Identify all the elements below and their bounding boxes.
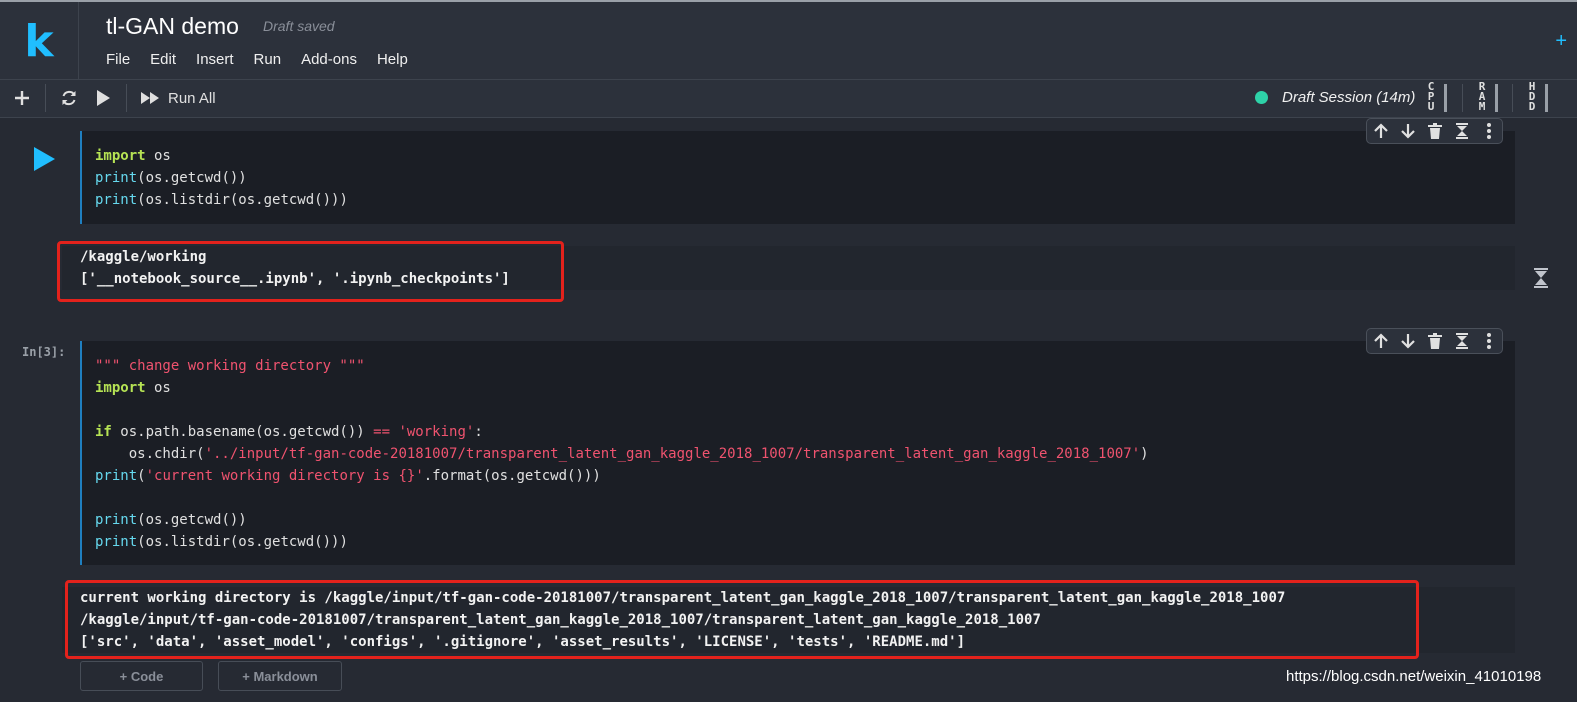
code-token: if bbox=[95, 424, 112, 440]
code-cell-input[interactable]: import os print(os.getcwd()) print(os.list… bbox=[80, 131, 1515, 224]
code-token: os bbox=[145, 148, 171, 164]
play-icon bbox=[97, 90, 110, 106]
notebook-title[interactable]: tl-GAN demo bbox=[106, 13, 239, 40]
restart-button[interactable] bbox=[57, 86, 81, 110]
move-down-icon[interactable] bbox=[1397, 121, 1419, 141]
more-options-icon[interactable] bbox=[1478, 331, 1500, 351]
ram-meter-label: RAM bbox=[1478, 80, 1486, 113]
menu-file[interactable]: File bbox=[106, 51, 130, 68]
code-line: """ change working directory """ bbox=[95, 355, 1515, 377]
run-all-button[interactable]: Run All bbox=[140, 86, 216, 110]
code-line: print(os.getcwd()) bbox=[95, 509, 1515, 531]
toolbar-divider bbox=[1462, 84, 1463, 112]
session-status-dot bbox=[1255, 91, 1268, 104]
toolbar-divider bbox=[126, 84, 127, 112]
ram-meter-bar bbox=[1495, 84, 1498, 112]
session-label: Draft Session (14m) bbox=[1282, 89, 1416, 106]
kaggle-logo[interactable]: k bbox=[0, 2, 79, 80]
code-token: 'working' bbox=[398, 424, 475, 440]
cpu-meter-bar bbox=[1444, 84, 1447, 112]
code-token: 'current working directory is {}' bbox=[145, 468, 424, 484]
highlight-box bbox=[57, 241, 564, 302]
hdd-meter-label: HDD bbox=[1528, 80, 1536, 113]
fast-forward-icon bbox=[141, 92, 159, 104]
code-token: print bbox=[95, 512, 138, 528]
add-markdown-cell-button[interactable]: + Markdown bbox=[218, 661, 342, 691]
code-line: print(os.listdir(os.getcwd())) bbox=[95, 531, 1515, 553]
code-token: import bbox=[95, 380, 146, 396]
code-line: if os.path.basename(os.getcwd()) == 'wor… bbox=[95, 421, 1515, 443]
code-token: os.path.basename(os.getcwd()) bbox=[111, 424, 374, 440]
code-token: import bbox=[95, 148, 146, 164]
run-cell-button[interactable] bbox=[32, 146, 56, 172]
code-token: ( bbox=[137, 468, 146, 484]
trash-icon[interactable] bbox=[1424, 331, 1446, 351]
move-down-icon[interactable] bbox=[1397, 331, 1419, 351]
code-token: os.chdir( bbox=[95, 446, 205, 462]
collapse-output-icon[interactable] bbox=[1532, 268, 1550, 288]
more-options-icon[interactable] bbox=[1478, 121, 1500, 141]
code-token: """ change working directory """ bbox=[95, 358, 365, 374]
cell-toolbar bbox=[1366, 118, 1503, 144]
menu-bar: File Edit Insert Run Add-ons Help bbox=[106, 51, 428, 68]
code-token: == bbox=[373, 424, 391, 440]
highlight-box bbox=[65, 580, 1419, 659]
refresh-icon bbox=[62, 90, 76, 106]
code-token: .format(os.getcwd())) bbox=[423, 468, 601, 484]
plus-icon bbox=[15, 91, 29, 105]
code-token: ) bbox=[1140, 446, 1149, 462]
code-token: (os.listdir(os.getcwd())) bbox=[137, 192, 348, 208]
add-cell-button[interactable] bbox=[10, 86, 34, 110]
toolbar-divider bbox=[45, 84, 46, 112]
code-token: print bbox=[95, 192, 138, 208]
ram-meter: RAM bbox=[1477, 80, 1498, 113]
code-token: print bbox=[95, 534, 138, 550]
play-icon bbox=[34, 147, 55, 171]
code-token: os bbox=[145, 380, 171, 396]
execution-count-label: In[3]: bbox=[22, 345, 66, 359]
watermark: https://blog.csdn.net/weixin_41010198 bbox=[1286, 668, 1542, 685]
menu-help[interactable]: Help bbox=[377, 51, 408, 68]
hdd-meter: HDD bbox=[1527, 80, 1548, 113]
code-token: print bbox=[95, 468, 138, 484]
code-line: print(os.listdir(os.getcwd())) bbox=[95, 189, 1515, 211]
toolbar: Run All Draft Session (14m) CPU RAM HDD bbox=[0, 80, 1577, 118]
session-status[interactable]: Draft Session (14m) bbox=[1255, 89, 1415, 106]
collapse-icon[interactable] bbox=[1451, 331, 1473, 351]
code-line: import os bbox=[95, 377, 1515, 399]
menu-run[interactable]: Run bbox=[254, 51, 282, 68]
draft-status: Draft saved bbox=[263, 18, 335, 34]
run-all-label: Run All bbox=[168, 89, 216, 107]
notebook-header: k tl-GAN demo Draft saved File Edit Inse… bbox=[0, 0, 1577, 80]
code-token: '../input/tf-gan-code-20181007/transpare… bbox=[204, 446, 1141, 462]
code-line: print(os.getcwd()) bbox=[95, 167, 1515, 189]
code-line: print('current working directory is {}'.… bbox=[95, 465, 1515, 487]
code-token: (os.getcwd()) bbox=[137, 170, 247, 186]
code-token: : bbox=[474, 424, 483, 440]
code-line: import os bbox=[95, 145, 1515, 167]
code-token: print bbox=[95, 170, 138, 186]
menu-insert[interactable]: Insert bbox=[196, 51, 234, 68]
menu-addons[interactable]: Add-ons bbox=[301, 51, 357, 68]
toolbar-divider bbox=[1512, 84, 1513, 112]
code-token: (os.getcwd()) bbox=[137, 512, 247, 528]
expand-plus-icon[interactable]: + bbox=[1555, 30, 1567, 53]
menu-edit[interactable]: Edit bbox=[150, 51, 176, 68]
run-cell-toolbar-button[interactable] bbox=[92, 86, 114, 110]
cpu-meter: CPU bbox=[1426, 80, 1447, 113]
add-code-cell-button[interactable]: + Code bbox=[80, 661, 203, 691]
move-up-icon[interactable] bbox=[1370, 331, 1392, 351]
hdd-meter-bar bbox=[1545, 84, 1548, 112]
cell-toolbar bbox=[1366, 328, 1503, 354]
collapse-icon[interactable] bbox=[1451, 121, 1473, 141]
cpu-meter-label: CPU bbox=[1427, 80, 1435, 113]
code-cell-input[interactable]: """ change working directory """ import o… bbox=[80, 341, 1515, 565]
code-line: os.chdir('../input/tf-gan-code-20181007/… bbox=[95, 443, 1515, 465]
trash-icon[interactable] bbox=[1424, 121, 1446, 141]
code-token: (os.listdir(os.getcwd())) bbox=[137, 534, 348, 550]
move-up-icon[interactable] bbox=[1370, 121, 1392, 141]
